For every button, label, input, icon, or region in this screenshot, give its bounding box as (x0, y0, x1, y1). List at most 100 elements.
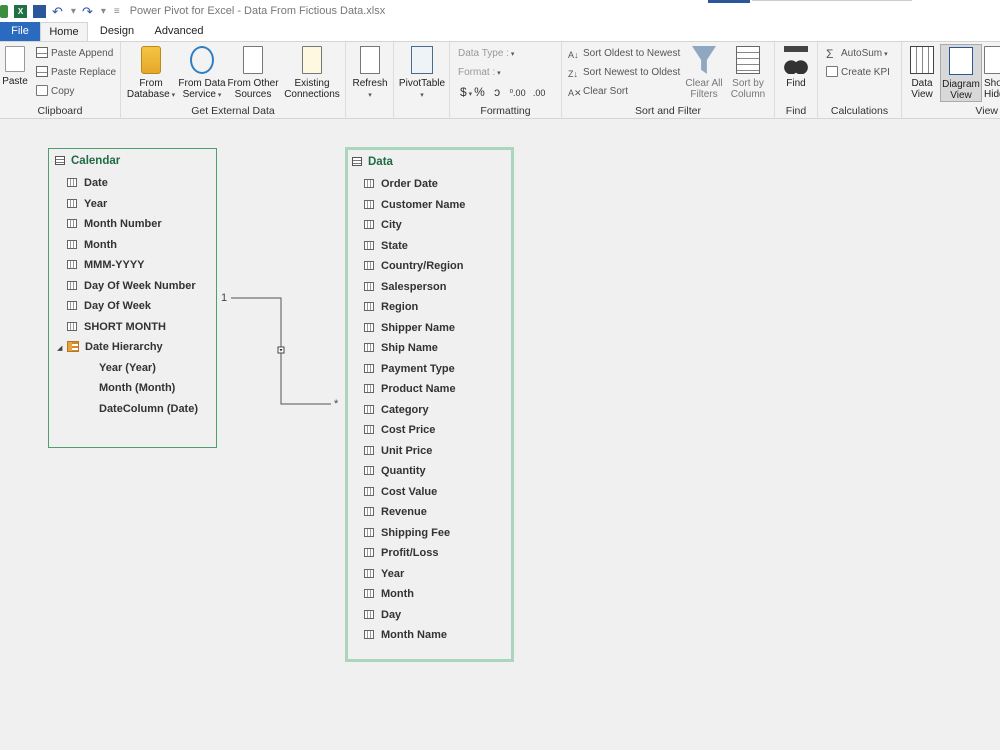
from-data-service-button[interactable]: From Data Service ▾ (177, 46, 227, 101)
hierarchy-level[interactable]: DateColumn (Date) (49, 399, 216, 420)
data-field[interactable]: Country/Region (348, 256, 511, 277)
data-field[interactable]: Order Date (348, 174, 511, 195)
refresh-button[interactable]: Refresh ▾ (350, 46, 390, 101)
paste-button[interactable]: Paste (2, 46, 28, 87)
redo-dropdown-icon[interactable]: ▾ (101, 6, 106, 17)
data-view-button[interactable]: Data View (905, 46, 939, 100)
data-field[interactable]: Year (348, 564, 511, 585)
currency-caret-icon[interactable]: ▾ (467, 91, 474, 98)
clear-all-filters-button[interactable]: Clear All Filters (682, 46, 726, 100)
hierarchy-level[interactable]: Month (Month) (49, 378, 216, 399)
data-field[interactable]: Cost Value (348, 482, 511, 503)
calendar-field[interactable]: Day Of Week (49, 296, 216, 317)
calendar-field[interactable]: Year (49, 194, 216, 215)
paste-append-icon (36, 47, 48, 58)
data-table-header[interactable]: Data (348, 150, 511, 174)
calendar-table[interactable]: Calendar Date Year Month Number Month MM… (48, 148, 217, 448)
column-icon (364, 384, 374, 393)
increase-decimal-button[interactable]: ⁰.00 (509, 88, 525, 98)
column-icon (364, 343, 374, 352)
find-button[interactable]: Find (781, 46, 811, 89)
column-icon (364, 486, 374, 496)
data-field[interactable]: State (348, 236, 511, 257)
data-type-dropdown[interactable]: Data Type : ▾ (458, 46, 514, 62)
from-data-service-caret-icon: ▾ (215, 92, 222, 99)
column-icon (364, 527, 374, 537)
data-field[interactable]: Profit/Loss (348, 543, 511, 564)
calendar-field[interactable]: MMM-YYYY (49, 255, 216, 276)
data-field[interactable]: Cost Price (348, 420, 511, 441)
data-field[interactable]: Shipper Name (348, 318, 511, 339)
data-field[interactable]: Payment Type (348, 359, 511, 380)
data-field[interactable]: Revenue (348, 502, 511, 523)
show-hidden-button[interactable]: Sho Hidd (984, 46, 1000, 100)
data-field[interactable]: Day (348, 605, 511, 626)
other-sources-icon (243, 46, 263, 74)
refresh-group: Refresh ▾ (346, 42, 394, 119)
column-icon (67, 321, 77, 331)
sort-by-column-button[interactable]: Sort by Column (726, 46, 770, 100)
comma-button[interactable]: ɔ (494, 85, 500, 99)
customize-toolbar-icon[interactable]: ≡ (114, 6, 120, 17)
percent-button[interactable]: % (474, 85, 485, 99)
calendar-field[interactable]: Month Number (49, 214, 216, 235)
paste-icon (5, 46, 25, 72)
tab-design[interactable]: Design (92, 22, 142, 41)
currency-button[interactable]: $ (460, 85, 467, 99)
tab-file[interactable]: File (0, 22, 40, 41)
sort-ascending-icon: A↓ (568, 50, 579, 60)
data-field[interactable]: Category (348, 400, 511, 421)
autosum-button[interactable]: Σ AutoSum ▾ (826, 46, 888, 62)
data-service-icon (190, 46, 214, 74)
data-field[interactable]: Customer Name (348, 195, 511, 216)
clear-sort-button[interactable]: A✕Clear Sort (568, 84, 628, 100)
calendar-field[interactable]: Month (49, 235, 216, 256)
tab-advanced[interactable]: Advanced (148, 22, 210, 41)
connections-icon (302, 46, 322, 74)
undo-icon[interactable]: ↶ (52, 5, 63, 18)
calendar-field[interactable]: Date (49, 173, 216, 194)
sort-descending-icon: Z↓ (568, 69, 578, 79)
paste-replace-button[interactable]: Paste Replace (36, 65, 116, 81)
data-field[interactable]: Month Name (348, 625, 511, 646)
pivottable-button[interactable]: PivotTable ▾ (397, 46, 447, 101)
data-table[interactable]: Data Order Date Customer Name City State Cou… (345, 147, 514, 662)
calendar-field[interactable]: Day Of Week Number (49, 276, 216, 297)
data-field[interactable]: Salesperson (348, 277, 511, 298)
copy-button[interactable]: Copy (36, 84, 74, 100)
create-kpi-button[interactable]: Create KPI (826, 65, 890, 81)
data-field[interactable]: Ship Name (348, 338, 511, 359)
existing-connections-button[interactable]: Existing Connections (281, 46, 343, 100)
from-other-sources-button[interactable]: From Other Sources (227, 46, 279, 100)
sort-oldest-newest-button[interactable]: A↓ Sort Oldest to Newest (568, 46, 680, 62)
diagram-view-button[interactable]: Diagram View (940, 44, 982, 102)
sort-newest-oldest-button[interactable]: Z↓ Sort Newest to Oldest (568, 65, 680, 81)
column-icon (364, 261, 374, 270)
column-icon (67, 260, 77, 269)
hierarchy-level[interactable]: Year (Year) (49, 358, 216, 379)
from-database-button[interactable]: From Database ▾ (125, 46, 177, 101)
tab-home[interactable]: Home (40, 22, 88, 42)
data-field[interactable]: City (348, 215, 511, 236)
data-field[interactable]: Product Name (348, 379, 511, 400)
redo-icon[interactable]: ↷ (82, 5, 93, 18)
undo-dropdown-icon[interactable]: ▾ (71, 6, 76, 17)
collapse-triangle-icon[interactable]: ◢ (57, 339, 67, 360)
date-hierarchy[interactable]: ◢ Date Hierarchy (49, 337, 216, 358)
data-field[interactable]: Shipping Fee (348, 523, 511, 544)
sort-filter-group-label: Sort and Filter (635, 105, 701, 117)
data-field[interactable]: Month (348, 584, 511, 605)
decrease-decimal-button[interactable]: .00 (533, 88, 546, 98)
paste-append-button[interactable]: Paste Append (36, 46, 113, 62)
data-field[interactable]: Unit Price (348, 441, 511, 462)
calendar-field[interactable]: SHORT MONTH (49, 317, 216, 338)
calendar-table-header[interactable]: Calendar (49, 149, 216, 173)
data-field[interactable]: Region (348, 297, 511, 318)
column-icon (364, 179, 374, 188)
excel-icon[interactable]: X (14, 4, 27, 18)
format-dropdown[interactable]: Format : ▾ (458, 65, 501, 81)
calendar-table-title: Calendar (71, 155, 121, 167)
save-icon[interactable] (33, 4, 46, 18)
refresh-icon (360, 46, 380, 74)
data-field[interactable]: Quantity (348, 461, 511, 482)
